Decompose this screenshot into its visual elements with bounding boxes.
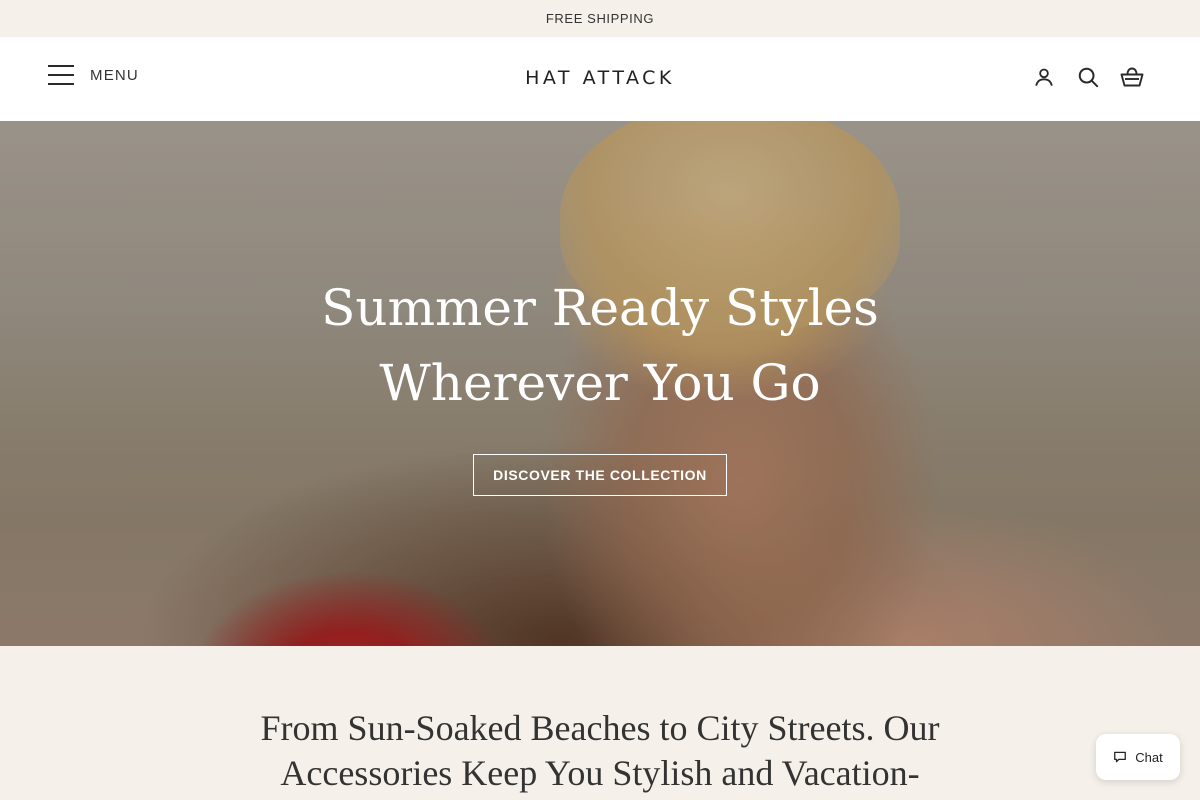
hero-title-line-1: Summer Ready Styles — [321, 279, 879, 337]
announcement-text: FREE SHIPPING — [545, 11, 655, 26]
chat-label: Chat — [1135, 749, 1163, 765]
hero-content: Summer Ready Styles Wherever You Go DISC… — [0, 271, 1200, 496]
intro-text: From Sun-Soaked Beaches to City Streets.… — [260, 708, 940, 793]
site-logo[interactable]: HAT ATTACK — [0, 67, 1200, 89]
account-icon[interactable] — [1032, 65, 1056, 89]
discover-collection-button[interactable]: DISCOVER THE COLLECTION — [473, 454, 727, 496]
site-header: MENU HAT ATTACK — [0, 37, 1200, 121]
announcement-bar: FREE SHIPPING — [0, 0, 1200, 37]
chat-bubble-icon — [1114, 751, 1127, 763]
header-actions — [1032, 65, 1144, 89]
hero-title: Summer Ready Styles Wherever You Go — [0, 271, 1200, 421]
cart-icon[interactable] — [1120, 65, 1144, 89]
chat-button[interactable]: Chat — [1096, 734, 1180, 780]
hero-banner: Summer Ready Styles Wherever You Go DISC… — [0, 121, 1200, 646]
search-icon[interactable] — [1076, 65, 1100, 89]
intro-section: From Sun-Soaked Beaches to City Streets.… — [0, 646, 1200, 800]
hero-title-line-2: Wherever You Go — [379, 354, 821, 412]
